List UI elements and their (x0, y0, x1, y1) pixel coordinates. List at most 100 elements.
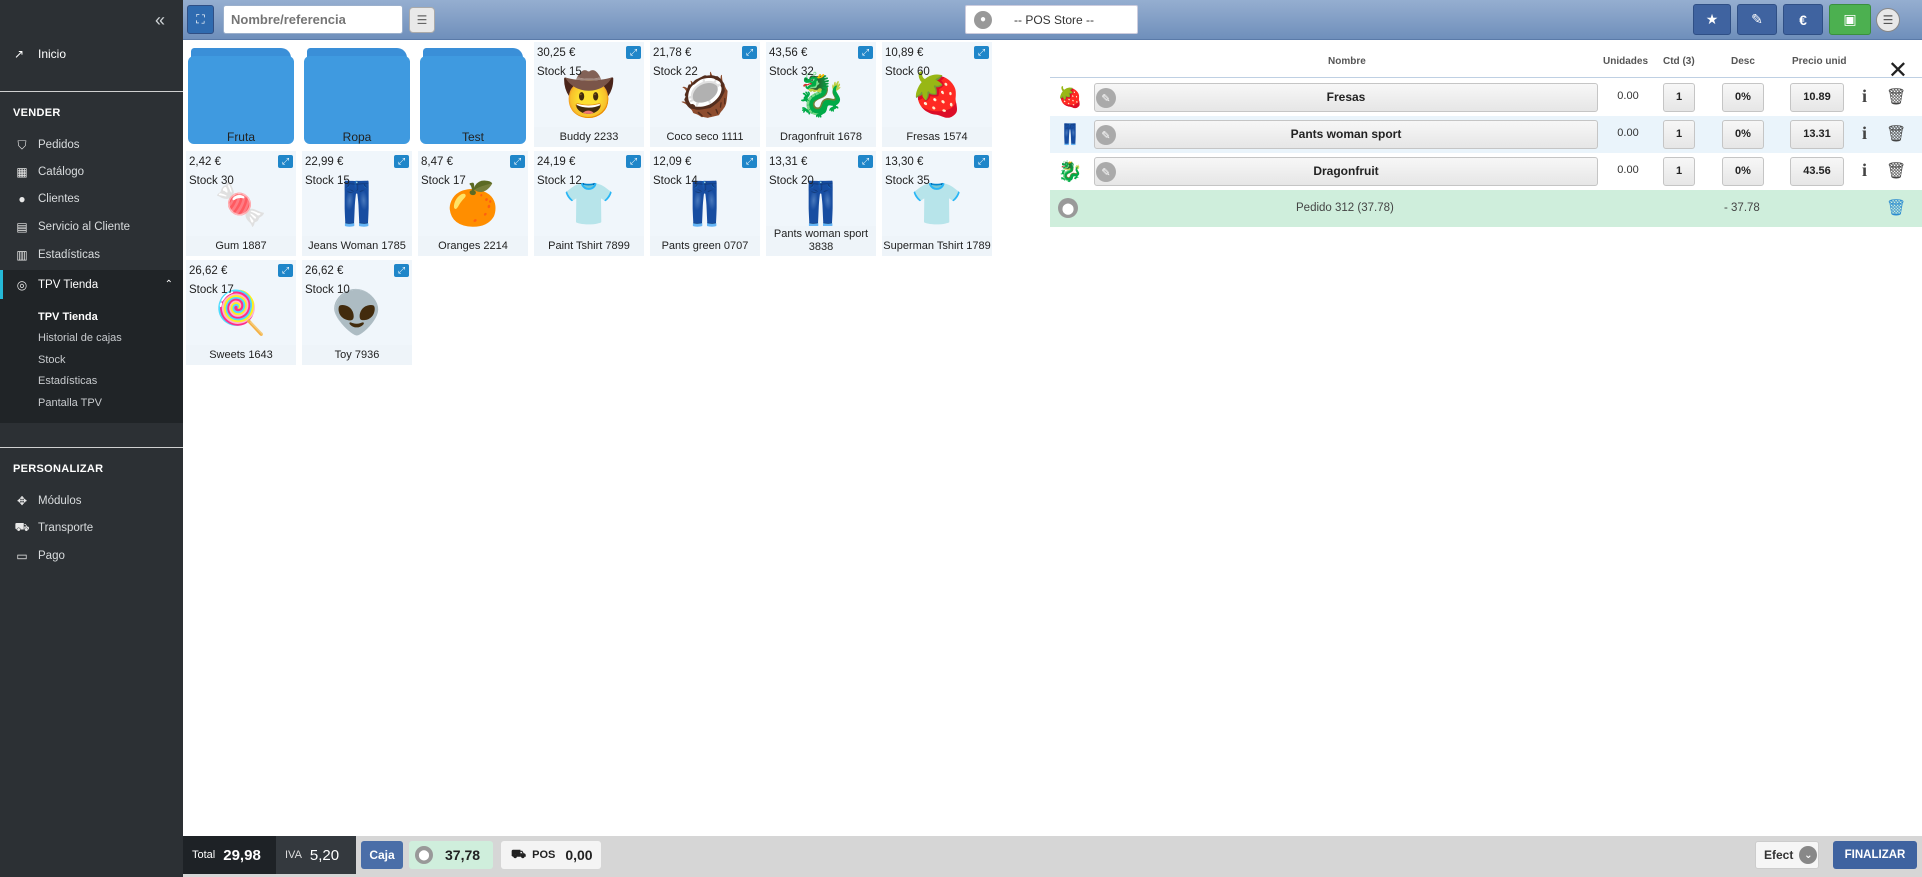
submenu-item-pos[interactable]: TPV Tienda (38, 311, 98, 323)
sidebar-item-catalog[interactable]: ▦ Catálogo (0, 159, 183, 185)
product-tile[interactable]: 26,62 € Stock 10 ⤢ 👽 Toy 7936 (302, 260, 412, 365)
product-stock: Stock 30 (189, 175, 234, 187)
cart-item-price[interactable]: 13.31 (1790, 120, 1844, 149)
expand-icon[interactable]: ⤢ (742, 155, 757, 168)
fullscreen-button[interactable]: ⛶ (187, 5, 214, 34)
sidebar-item-modules[interactable]: ✥ Módulos (0, 488, 183, 514)
product-tile[interactable]: 30,25 € Stock 15 ⤢ 🤠 Buddy 2233 (534, 42, 644, 147)
expand-icon[interactable]: ⤢ (858, 155, 873, 168)
cart-item-name[interactable]: Fresas (1094, 83, 1598, 112)
sidebar-item-shipping[interactable]: ⛟ Transporte (0, 515, 183, 541)
collapse-sidebar-icon[interactable]: « (155, 10, 165, 31)
product-tile[interactable]: 8,47 € Stock 17 ⤢ 🍊 Oranges 2214 (418, 151, 528, 256)
edit-button[interactable]: ✎ (1737, 4, 1777, 35)
favorites-button[interactable]: ★ (1693, 4, 1731, 35)
product-stock: Stock 12 (537, 175, 582, 187)
product-tile[interactable]: 13,30 € Stock 35 ⤢ 👕 Superman Tshirt 1789 (882, 151, 992, 256)
expand-icon[interactable]: ⤢ (278, 264, 293, 277)
product-price: 12,09 € (653, 156, 692, 168)
trash-icon[interactable]: 🗑 (1886, 198, 1906, 218)
search-input[interactable] (223, 5, 403, 34)
col-unit-price: Precio unid (1792, 56, 1847, 67)
sidebar-item-customers[interactable]: ● Clientes (0, 186, 183, 212)
expand-icon[interactable]: ⤢ (626, 155, 641, 168)
product-tile[interactable]: 24,19 € Stock 12 ⤢ 👕 Paint Tshirt 7899 (534, 151, 644, 256)
finalize-button[interactable]: FINALIZAR (1833, 841, 1917, 869)
product-stock: Stock 17 (421, 175, 466, 187)
chevron-up-icon: ⌃ (164, 279, 173, 290)
expand-icon[interactable]: ⤢ (742, 46, 757, 59)
product-tile[interactable]: 22,99 € Stock 15 ⤢ 👖 Jeans Woman 1785 (302, 151, 412, 256)
expand-icon[interactable]: ⤢ (626, 46, 641, 59)
expand-icon[interactable]: ⤢ (278, 155, 293, 168)
product-price: 26,62 € (305, 265, 344, 277)
menu-button[interactable]: ☰ (1876, 8, 1900, 32)
pos-amount[interactable]: ⛟ POS 0,00 (501, 841, 601, 869)
sidebar-section-sell: VENDER (13, 107, 61, 119)
sidebar-item-home[interactable]: ↗ Inicio (0, 40, 183, 68)
category-folder[interactable]: Test (419, 44, 527, 146)
submenu-item-pos-screen[interactable]: Pantalla TPV (38, 397, 102, 409)
product-tile[interactable]: 10,89 € Stock 60 ⤢ 🍓 Fresas 1574 (882, 42, 992, 147)
expand-icon[interactable]: ⤢ (974, 46, 989, 59)
store-select[interactable]: ● -- POS Store -- (965, 5, 1138, 34)
submenu-item-register-history[interactable]: Historial de cajas (38, 332, 122, 344)
trash-icon[interactable]: 🗑 (1886, 124, 1906, 144)
truck-icon: ⛟ (511, 847, 527, 861)
list-view-button[interactable]: ☰ (409, 7, 435, 33)
cash-register-button[interactable]: Caja (361, 841, 403, 869)
info-icon[interactable]: i (1862, 123, 1867, 144)
cart-item-discount[interactable]: 0% (1722, 157, 1764, 186)
cart-item-qty[interactable]: 1 (1663, 120, 1695, 149)
expand-icon[interactable]: ⤢ (974, 155, 989, 168)
sidebar-item-customer-service[interactable]: ▤ Servicio al Cliente (0, 214, 183, 240)
payment-method-select[interactable]: Efect ⌄ (1755, 841, 1819, 869)
expand-icon[interactable]: ⤢ (510, 155, 525, 168)
paid-amount[interactable]: ⬤ 37,78 (409, 841, 493, 869)
product-thumbnail: 👖 (1057, 124, 1083, 146)
currency-button[interactable]: € (1783, 4, 1823, 35)
cart-item-name[interactable]: Pants woman sport (1094, 120, 1598, 149)
cart-item-qty[interactable]: 1 (1663, 83, 1695, 112)
sidebar-item-label: Clientes (38, 193, 80, 205)
sidebar-item-orders[interactable]: ⛉ Pedidos (0, 132, 183, 158)
product-tile[interactable]: 21,78 € Stock 22 ⤢ 🥥 Coco seco 1111 (650, 42, 760, 147)
expand-icon[interactable]: ⤢ (394, 264, 409, 277)
expand-icon[interactable]: ⤢ (394, 155, 409, 168)
sidebar-item-pos[interactable]: ◎ TPV Tienda ⌃ (0, 270, 183, 299)
sidebar-item-payment[interactable]: ▭ Pago (0, 543, 183, 569)
cart-item-units: 0.00 (1617, 164, 1639, 176)
expand-icon[interactable]: ⤢ (858, 46, 873, 59)
product-price: 22,99 € (305, 156, 344, 168)
cart-item-name[interactable]: Dragonfruit (1094, 157, 1598, 186)
product-stock: Stock 20 (769, 175, 814, 187)
product-tile[interactable]: 12,09 € Stock 14 ⤢ 👖 Pants green 0707 (650, 151, 760, 256)
category-folder[interactable]: Ropa (303, 44, 411, 146)
info-icon[interactable]: i (1862, 160, 1867, 181)
pencil-icon[interactable]: ✎ (1096, 125, 1116, 145)
cart-item-qty[interactable]: 1 (1663, 157, 1695, 186)
cart-item-discount[interactable]: 0% (1722, 83, 1764, 112)
info-icon[interactable]: i (1862, 86, 1867, 107)
cart-item-price[interactable]: 43.56 (1790, 157, 1844, 186)
submenu-item-stock[interactable]: Stock (38, 354, 66, 366)
save-button[interactable]: ▣ (1829, 4, 1871, 35)
sidebar-item-stats[interactable]: ▥ Estadísticas (0, 242, 183, 268)
sidebar-divider (0, 91, 183, 92)
cart-item-discount[interactable]: 0% (1722, 120, 1764, 149)
sidebar-item-label: Módulos (38, 495, 82, 507)
product-tile[interactable]: 43,56 € Stock 32 ⤢ 🐉 Dragonfruit 1678 (766, 42, 876, 147)
trash-icon[interactable]: 🗑 (1886, 87, 1906, 107)
submenu-item-stats[interactable]: Estadísticas (38, 375, 97, 387)
product-name: Superman Tshirt 1789 (882, 236, 992, 256)
cart-item-price[interactable]: 10.89 (1790, 83, 1844, 112)
pencil-icon[interactable]: ✎ (1096, 88, 1116, 108)
total-label: Total (192, 849, 216, 861)
product-tile[interactable]: 13,31 € Stock 20 ⤢ 👖 Pants woman sport 3838 (766, 151, 876, 256)
product-tile[interactable]: 26,62 € Stock 17 ⤢ 🍭 Sweets 1643 (186, 260, 296, 365)
trash-icon[interactable]: 🗑 (1886, 161, 1906, 181)
product-tile[interactable]: 2,42 € Stock 30 ⤢ 🍬 Gum 1887 (186, 151, 296, 256)
pencil-icon[interactable]: ✎ (1096, 162, 1116, 182)
category-folder[interactable]: Fruta (187, 44, 295, 146)
product-price: 10,89 € (885, 47, 924, 59)
